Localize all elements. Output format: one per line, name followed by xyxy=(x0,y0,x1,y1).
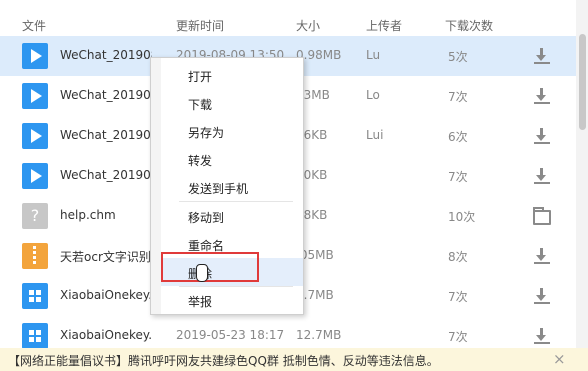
file-download-count: 7次 xyxy=(448,330,468,344)
video-file-icon xyxy=(22,123,48,149)
file-uploader: Lo xyxy=(366,88,380,102)
download-icon[interactable] xyxy=(533,87,551,105)
windows-file-icon xyxy=(22,323,48,349)
menu-gutter xyxy=(151,58,161,314)
menu-item-download[interactable]: 下载 xyxy=(161,89,303,117)
menu-item-forward[interactable]: 转发 xyxy=(161,145,303,173)
file-download-count: 5次 xyxy=(448,50,468,64)
menu-item-label: 移动到 xyxy=(188,211,225,225)
file-download-count: 6次 xyxy=(448,130,468,144)
scrollbar-thumb[interactable] xyxy=(579,34,586,130)
column-header-file[interactable]: 文件 xyxy=(22,17,46,34)
menu-item-label: 另存为 xyxy=(188,126,225,140)
file-size: 12.7MB xyxy=(296,328,342,342)
download-icon[interactable] xyxy=(533,247,551,265)
file-name: XiaobaiOnekey. xyxy=(60,288,152,302)
menu-item-label: 举报 xyxy=(188,295,213,309)
download-icon[interactable] xyxy=(533,127,551,145)
video-file-icon xyxy=(22,43,48,69)
file-download-count: 7次 xyxy=(448,290,468,304)
download-icon[interactable] xyxy=(533,167,551,185)
file-name: WeChat_201908 xyxy=(60,88,152,102)
file-name: WeChat_201908 xyxy=(60,128,152,142)
file-download-count: 7次 xyxy=(448,170,468,184)
close-icon[interactable]: × xyxy=(553,350,566,368)
menu-item-save-as[interactable]: 另存为 xyxy=(161,117,303,145)
file-download-count: 7次 xyxy=(448,90,468,104)
file-uploader: Lui xyxy=(366,128,384,142)
file-name: XiaobaiOnekey.... xyxy=(60,328,152,342)
column-header-downloads[interactable]: 下载次数 xyxy=(445,17,493,34)
file-name: 天若ocr文字识别 xyxy=(60,250,151,264)
file-time: 2019-05-23 18:17 xyxy=(176,328,285,342)
zip-file-icon xyxy=(22,243,48,269)
menu-item-open[interactable]: 打开 xyxy=(161,61,303,89)
mouse-cursor-icon xyxy=(196,264,210,282)
highlight-annotation xyxy=(161,252,259,282)
menu-item-label: 打开 xyxy=(188,70,213,84)
file-name: help.chm xyxy=(60,208,116,222)
download-icon[interactable] xyxy=(533,47,551,65)
video-file-icon xyxy=(22,163,48,189)
menu-item-label: 发送到手机 xyxy=(188,182,249,196)
menu-item-send-to-phone[interactable]: 发送到手机 xyxy=(161,173,303,201)
windows-file-icon xyxy=(22,283,48,309)
download-icon[interactable] xyxy=(533,287,551,305)
file-download-count: 10次 xyxy=(448,210,476,224)
file-download-count: 8次 xyxy=(448,250,468,264)
notice-bar: 【网络正能量倡议书】腾讯呼吁网友共建绿色QQ群 抵制色情、反动等违法信息。 × xyxy=(0,348,588,371)
notice-text: 【网络正能量倡议书】腾讯呼吁网友共建绿色QQ群 抵制色情、反动等违法信息。 xyxy=(8,354,439,368)
column-header-uploader[interactable]: 上传者 xyxy=(366,17,402,34)
file-name: WeChat_201908 xyxy=(60,168,152,182)
menu-item-report[interactable]: 举报 xyxy=(161,286,303,314)
help-file-icon: ? xyxy=(22,203,48,229)
file-uploader: Lu xyxy=(366,48,381,62)
download-icon[interactable] xyxy=(533,327,551,345)
file-list-header: 文件 更新时间 大小 上传者 下载次数 xyxy=(0,0,576,40)
menu-item-label: 下载 xyxy=(188,98,213,112)
file-name: WeChat_201908 xyxy=(60,48,152,62)
open-folder-icon[interactable] xyxy=(533,207,551,225)
column-header-size[interactable]: 大小 xyxy=(296,17,320,34)
video-file-icon xyxy=(22,83,48,109)
menu-item-move-to[interactable]: 移动到 xyxy=(161,202,303,230)
column-header-time[interactable]: 更新时间 xyxy=(176,17,224,34)
menu-item-label: 转发 xyxy=(188,154,213,168)
